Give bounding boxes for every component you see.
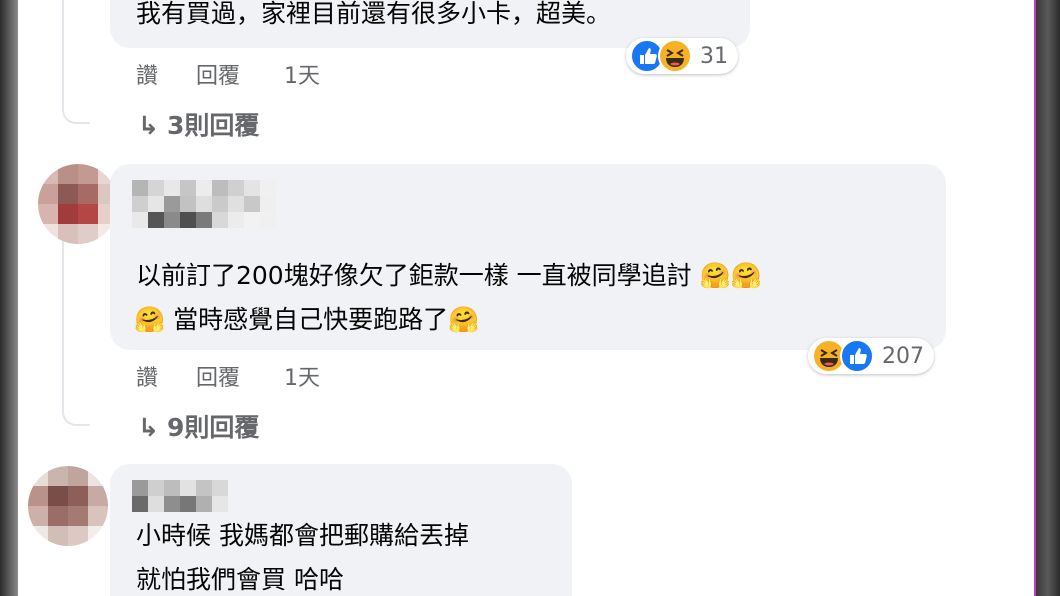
view-replies-link[interactable]: ↳ 3則回覆 — [138, 106, 259, 142]
comment-text: 以前訂了200塊好像欠了鉅款一樣 一直被同學追討 🤗🤗 — [136, 256, 762, 296]
thread-line — [62, 0, 64, 100]
reply-action[interactable]: 回覆 — [196, 360, 240, 392]
view-replies-link[interactable]: ↳ 9則回覆 — [138, 408, 259, 444]
comment-bubble: 小時候 我媽都會把郵購給丟掉 就怕我們會買 哈哈 — [110, 464, 572, 596]
comment-bubble: 以前訂了200塊好像欠了鉅款一樣 一直被同學追討 🤗🤗 🤗 當時感覺自己快要跑路… — [110, 164, 946, 350]
commenter-name[interactable] — [132, 180, 276, 228]
thread-line — [62, 240, 64, 402]
like-icon — [840, 339, 874, 373]
like-action[interactable]: 讚 — [136, 360, 158, 392]
comment-timestamp[interactable]: 1天 — [284, 360, 320, 392]
emoji: 🤗 — [448, 305, 480, 334]
haha-icon — [658, 39, 692, 73]
thread-connector — [62, 100, 90, 124]
reaction-summary[interactable]: 207 — [808, 338, 934, 374]
comment-text-line-1: 以前訂了200塊好像欠了鉅款一樣 一直被同學追討 — [136, 261, 692, 290]
emoji: 🤗 — [134, 305, 166, 334]
view-replies-label: 3則回覆 — [166, 111, 260, 140]
reaction-summary[interactable]: 31 — [626, 38, 738, 74]
commenter-name[interactable] — [132, 480, 228, 512]
reaction-count: 207 — [882, 343, 924, 369]
view-replies-label: 9則回覆 — [166, 413, 260, 442]
emoji: 🤗🤗 — [699, 261, 762, 290]
comment-text: 就怕我們會買 哈哈 — [136, 565, 344, 594]
comment-text: 我有買過，家裡目前還有很多小卡，超美。 — [136, 0, 612, 28]
thread-connector — [62, 402, 90, 426]
like-action[interactable]: 讚 — [136, 58, 158, 90]
comments-panel: 我有買過，家裡目前還有很多小卡，超美。 31 讚 回覆 1天 ↳ 3則回覆 以前訂… — [18, 0, 1034, 596]
comment-timestamp[interactable]: 1天 — [284, 58, 320, 90]
reaction-count: 31 — [700, 43, 728, 69]
reply-arrow-icon: ↳ — [138, 111, 159, 140]
reply-action[interactable]: 回覆 — [196, 58, 240, 90]
avatar[interactable] — [38, 164, 118, 244]
reply-arrow-icon: ↳ — [138, 413, 159, 442]
comment-text: 🤗 當時感覺自己快要跑路了🤗 — [134, 300, 479, 340]
video-frame-right-edge — [1034, 0, 1060, 596]
avatar[interactable] — [28, 466, 108, 546]
comment-text-line-2: 當時感覺自己快要跑路了 — [173, 305, 449, 334]
comment-text: 小時候 我媽都會把郵購給丟掉 — [136, 521, 469, 550]
video-frame-left-edge — [0, 0, 18, 596]
